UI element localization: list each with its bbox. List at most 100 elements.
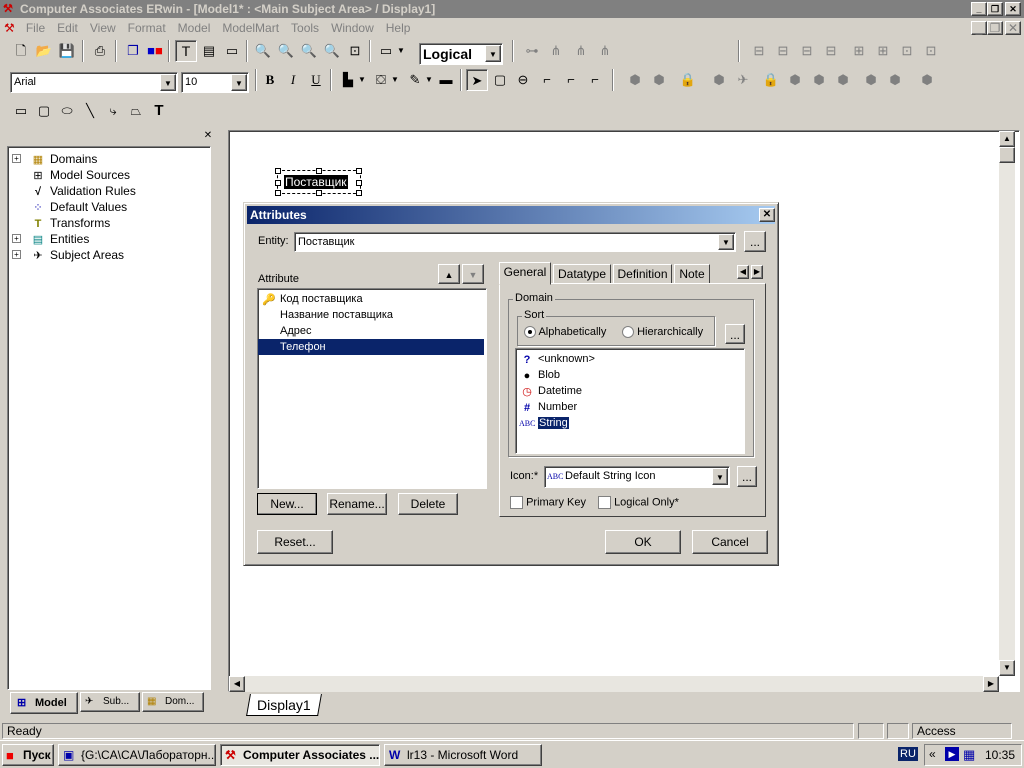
menu-format[interactable]: Format: [122, 18, 172, 38]
chevron-down-icon[interactable]: ▼: [231, 74, 247, 91]
delete-button[interactable]: Delete: [398, 493, 458, 515]
doc-restore-button[interactable]: ❐: [987, 21, 1003, 35]
menu-tools[interactable]: Tools: [285, 18, 325, 38]
color-icon[interactable]: ■■: [144, 40, 166, 62]
polyline-icon[interactable]: ⤷: [102, 100, 124, 122]
mart8-icon[interactable]: ⬢: [884, 69, 906, 91]
tree-item-model-sources[interactable]: ⊞ Model Sources: [8, 167, 210, 183]
save-icon[interactable]: 💾: [56, 40, 78, 62]
entity-fill-dropdown-icon[interactable]: ▼: [356, 69, 368, 91]
align-icon[interactable]: ⊟: [748, 40, 770, 62]
list-item[interactable]: ● Blob: [516, 367, 744, 383]
entity-browse-button[interactable]: ...: [744, 231, 766, 252]
tree-item-subject-areas[interactable]: + ✈ Subject Areas: [8, 247, 210, 263]
list-item[interactable]: # Number: [516, 399, 744, 415]
list-item[interactable]: 🔑 Код поставщика: [258, 291, 486, 307]
underline-icon[interactable]: U: [305, 69, 327, 91]
comment-icon[interactable]: ▭: [221, 40, 243, 62]
domain-browse-button[interactable]: ...: [725, 324, 745, 344]
layout-icon[interactable]: ⊞: [848, 40, 870, 62]
print-icon[interactable]: ⎙: [89, 40, 111, 62]
align2-icon[interactable]: ⊟: [772, 40, 794, 62]
doc-minimize-button[interactable]: _: [971, 21, 987, 35]
display-tab[interactable]: Display1: [246, 694, 322, 716]
restore-button[interactable]: ❐: [987, 2, 1003, 16]
mart5-icon[interactable]: ⬢: [808, 69, 830, 91]
list-item[interactable]: Название поставщика: [258, 307, 486, 323]
mart4-icon[interactable]: ⬢: [784, 69, 806, 91]
grid-icon[interactable]: ▦: [963, 747, 975, 763]
tree-item-transforms[interactable]: T Transforms: [8, 215, 210, 231]
tree2-icon[interactable]: ⋔: [570, 40, 592, 62]
pin-icon[interactable]: ✈: [732, 69, 754, 91]
pointer-icon[interactable]: ➤: [466, 69, 488, 91]
resize-handle[interactable]: [275, 168, 281, 174]
rounded-rectangle-icon[interactable]: ▢: [33, 100, 55, 122]
line-icon[interactable]: ▬: [435, 69, 457, 91]
start-button[interactable]: ■ Пуск: [2, 744, 54, 766]
sort-hierarchically-radio[interactable]: Hierarchically: [622, 326, 703, 339]
rename-button[interactable]: Rename...: [327, 493, 387, 515]
scroll-down-icon[interactable]: ▼: [999, 660, 1015, 676]
ok-button[interactable]: OK: [605, 530, 681, 554]
resize-handle[interactable]: [275, 180, 281, 186]
new-button[interactable]: New...: [257, 493, 317, 515]
category-tool-icon[interactable]: ⊖: [512, 69, 534, 91]
resize-handle[interactable]: [356, 180, 362, 186]
resize-handle[interactable]: [275, 190, 281, 196]
app-icon[interactable]: ⚒: [3, 2, 17, 16]
chevron-down-icon[interactable]: ▼: [712, 468, 728, 485]
zoom-reset-icon[interactable]: 🔍: [298, 40, 320, 62]
horizontal-scrollbar[interactable]: ◀ ▶: [229, 676, 999, 692]
list-item[interactable]: Телефон: [258, 339, 484, 355]
italic-icon[interactable]: I: [282, 69, 304, 91]
list-item[interactable]: ? <unknown>: [516, 351, 744, 367]
logical-only-checkbox[interactable]: Logical Only*: [598, 496, 679, 509]
move-down-button[interactable]: ▼: [462, 264, 484, 284]
tray-expand-icon[interactable]: «: [929, 747, 936, 761]
tab-model[interactable]: ⊞ Model: [10, 692, 78, 714]
expand-icon[interactable]: +: [12, 250, 21, 259]
tab-definition[interactable]: Definition: [613, 264, 672, 284]
vertical-scrollbar[interactable]: ▲ ▼: [999, 131, 1015, 676]
polygon-icon[interactable]: ⏢: [125, 100, 147, 122]
entity-tool-icon[interactable]: ▢: [489, 69, 511, 91]
lock-icon[interactable]: 🔒: [677, 69, 699, 91]
tab-subject-areas[interactable]: ✈ Sub...: [80, 692, 140, 712]
chevron-down-icon[interactable]: ▼: [160, 74, 176, 91]
resize-handle[interactable]: [356, 168, 362, 174]
doc-icon[interactable]: ⚒: [0, 18, 17, 38]
tab-scroll-right-icon[interactable]: ▶: [751, 265, 763, 279]
list-item[interactable]: ABC String: [516, 415, 744, 431]
zoom-out-icon[interactable]: 🔍: [252, 40, 274, 62]
font-name-select[interactable]: Arial ▼: [10, 72, 178, 93]
mart9-icon[interactable]: ⬢: [916, 69, 938, 91]
chevron-down-icon[interactable]: ▼: [485, 45, 501, 62]
new-file-icon[interactable]: 🗋: [10, 40, 32, 62]
menu-help[interactable]: Help: [380, 18, 417, 38]
taskbar-item-word[interactable]: W lr13 - Microsoft Word: [384, 744, 542, 766]
align3-icon[interactable]: ⊟: [796, 40, 818, 62]
primary-key-checkbox[interactable]: Primary Key: [510, 496, 586, 509]
paint-dropdown-icon[interactable]: ▼: [389, 69, 401, 91]
mart3-icon[interactable]: ⬢: [708, 69, 730, 91]
mart2-icon[interactable]: ⬢: [648, 69, 670, 91]
language-indicator[interactable]: RU: [898, 747, 918, 761]
tab-general[interactable]: General: [499, 262, 551, 285]
nonid-rel-tool-icon[interactable]: ⌐: [560, 69, 582, 91]
align4-icon[interactable]: ⊟: [820, 40, 842, 62]
zoom-fit-icon[interactable]: 🔍: [321, 40, 343, 62]
ellipse-icon[interactable]: ⬭: [56, 100, 78, 122]
minimize-button[interactable]: _: [971, 2, 987, 16]
view-mode-select[interactable]: Logical ▼: [419, 43, 503, 65]
rectangle-icon[interactable]: ▭: [10, 100, 32, 122]
zoom-window-icon[interactable]: ⊡: [344, 40, 366, 62]
scroll-right-icon[interactable]: ▶: [983, 676, 999, 692]
tree-icon[interactable]: ⋔: [545, 40, 567, 62]
copy-icon[interactable]: ❐: [122, 40, 144, 62]
tree-item-domains[interactable]: + ▦ Domains: [8, 151, 210, 167]
pen-dropdown-icon[interactable]: ▼: [423, 69, 435, 91]
tab-note[interactable]: Note: [674, 264, 710, 284]
font-style-icon[interactable]: 𝖳: [175, 40, 197, 62]
layout3-icon[interactable]: ⊡: [896, 40, 918, 62]
